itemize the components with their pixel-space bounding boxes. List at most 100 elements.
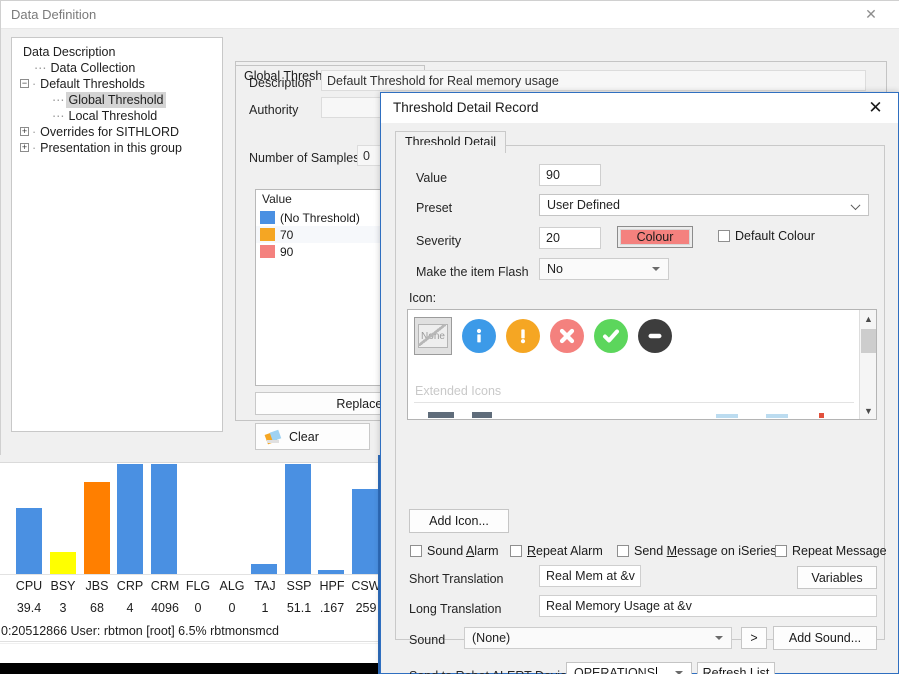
icon-picker[interactable]: None Extended Icons ▲ ▼ bbox=[407, 309, 877, 420]
tree-item-data-description[interactable]: Data Description bbox=[16, 44, 218, 60]
checkbox-box[interactable] bbox=[410, 545, 422, 557]
severity-label: Severity bbox=[416, 234, 462, 248]
sound-select[interactable]: (None) bbox=[464, 627, 732, 649]
dialog-body: Threshold Detail Value 90 Preset User De… bbox=[381, 123, 898, 674]
collapse-minus-icon[interactable]: − bbox=[20, 79, 29, 89]
default-colour-label: Default Colour bbox=[735, 229, 815, 243]
value-input[interactable]: 90 bbox=[539, 164, 601, 186]
caret-down-icon bbox=[715, 636, 723, 640]
tree-item-presentation-group[interactable]: + · Presentation in this group bbox=[16, 140, 218, 156]
none-icon[interactable]: None bbox=[414, 317, 452, 355]
tree-item-data-collection[interactable]: ⋯ Data Collection bbox=[16, 60, 218, 76]
axis-col-csw: CSW 259 bbox=[348, 575, 380, 619]
axis-value: 51.1 bbox=[286, 601, 312, 615]
icon-list: None bbox=[414, 317, 672, 355]
info-icon[interactable] bbox=[462, 319, 496, 353]
add-icon-button[interactable]: Add Icon... bbox=[409, 509, 509, 533]
preset-select[interactable]: User Defined bbox=[539, 194, 869, 216]
tree-connector-icon: · bbox=[32, 125, 36, 139]
list-item-label: (No Threshold) bbox=[280, 210, 360, 225]
long-translation-input[interactable]: Real Memory Usage at &v bbox=[539, 595, 877, 617]
severity-input[interactable]: 20 bbox=[539, 227, 601, 249]
tree-connector-icon: · bbox=[32, 141, 36, 155]
axis-label: JBS bbox=[85, 579, 109, 593]
colour-button-label: Colour bbox=[620, 229, 690, 245]
flash-select[interactable]: No bbox=[539, 258, 669, 280]
flash-selected-value: No bbox=[547, 262, 563, 276]
default-colour-checkbox[interactable]: Default Colour bbox=[718, 229, 815, 243]
warning-icon[interactable] bbox=[506, 319, 540, 353]
repeat-alarm-checkbox[interactable]: Repeat Alarm bbox=[510, 544, 603, 558]
repeat-message-checkbox[interactable]: Repeat Message bbox=[775, 544, 887, 558]
sound-more-button[interactable]: > bbox=[741, 627, 767, 649]
checkbox-box[interactable] bbox=[718, 230, 730, 242]
tree-item-global-threshold[interactable]: ⋯ Global Threshold bbox=[16, 92, 218, 108]
bar-jbs bbox=[84, 482, 110, 574]
tree-connector-icon: · bbox=[32, 77, 36, 91]
colour-button[interactable]: Colour bbox=[617, 226, 693, 248]
samples-label: Number of Samples bbox=[249, 151, 360, 165]
axis-label: CPU bbox=[15, 579, 43, 593]
axis-label: CSW bbox=[351, 579, 380, 593]
bar-crm bbox=[151, 464, 177, 574]
description-input[interactable]: Default Threshold for Real memory usage bbox=[321, 70, 866, 91]
axis-label: SSP bbox=[286, 579, 312, 593]
axis-col-taj: TAJ 1 bbox=[248, 575, 282, 619]
axis-col-hpf: HPF .167 bbox=[314, 575, 350, 619]
short-translation-input[interactable]: Real Mem at &v bbox=[539, 565, 641, 587]
axis-value: 4096 bbox=[151, 601, 179, 615]
add-sound-button[interactable]: Add Sound... bbox=[773, 626, 877, 650]
axis-label: ALG bbox=[219, 579, 245, 593]
color-swatch bbox=[260, 245, 275, 258]
tree-item-default-thresholds[interactable]: − · Default Thresholds bbox=[16, 76, 218, 92]
checkbox-box[interactable] bbox=[510, 545, 522, 557]
tree-item-label: Presentation in this group bbox=[40, 141, 182, 155]
bar-bsy bbox=[50, 552, 76, 574]
axis-value: 259 bbox=[355, 601, 377, 615]
navigation-tree[interactable]: Data Description ⋯ Data Collection − · Defa… bbox=[11, 37, 223, 432]
send-message-iseries-label: Send Message on iSeries bbox=[634, 544, 777, 558]
axis-value: 4 bbox=[126, 601, 134, 615]
checkbox-box[interactable] bbox=[775, 545, 787, 557]
clear-button-label: Clear bbox=[289, 429, 319, 444]
variables-button[interactable]: Variables bbox=[797, 566, 877, 589]
checkbox-box[interactable] bbox=[617, 545, 629, 557]
send-message-iseries-checkbox[interactable]: Send Message on iSeries bbox=[617, 544, 776, 558]
tree-item-overrides-sithlord[interactable]: + · Overrides for SITHLORD bbox=[16, 124, 218, 140]
sound-alarm-checkbox[interactable]: Sound Alarm bbox=[410, 544, 499, 558]
axis-value: 68 bbox=[90, 601, 104, 615]
axis-col-ssp: SSP 51.1 bbox=[280, 575, 318, 619]
success-icon[interactable] bbox=[594, 319, 628, 353]
tree-connector-icon: ⋯ bbox=[52, 93, 64, 107]
tab-threshold-detail[interactable]: Threshold Detail bbox=[395, 131, 507, 153]
chart-topbar bbox=[0, 455, 378, 463]
axis-label: BSY bbox=[50, 579, 76, 593]
alert-device-input[interactable]: OPERATIONS bbox=[566, 662, 692, 674]
tree-item-label: Data Collection bbox=[50, 61, 136, 75]
refresh-list-button[interactable]: Refresh List bbox=[697, 662, 775, 674]
window-title: Data Definition bbox=[11, 7, 97, 22]
chevron-up-icon[interactable]: ▲ bbox=[860, 310, 876, 327]
icon-picker-scrollbar[interactable]: ▲ ▼ bbox=[859, 310, 876, 419]
axis-value: 0 bbox=[194, 601, 202, 615]
tree-item-label: Overrides for SITHLORD bbox=[40, 125, 180, 139]
expand-plus-icon[interactable]: + bbox=[20, 143, 29, 153]
chevron-down-icon[interactable]: ▼ bbox=[860, 402, 876, 419]
close-icon[interactable]: ✕ bbox=[853, 93, 898, 123]
extended-icons-preview bbox=[408, 406, 860, 418]
scrollbar-thumb[interactable] bbox=[861, 329, 876, 353]
none-icon-label: None bbox=[418, 324, 448, 348]
clear-button[interactable]: Clear bbox=[255, 423, 370, 450]
blocked-icon[interactable] bbox=[638, 319, 672, 353]
tree-connector-icon: ⋯ bbox=[34, 61, 46, 75]
expand-plus-icon[interactable]: + bbox=[20, 127, 29, 137]
chart-blank-strip bbox=[0, 643, 378, 663]
error-icon[interactable] bbox=[550, 319, 584, 353]
tree-item-local-threshold[interactable]: ⋯ Local Threshold bbox=[16, 108, 218, 124]
bar-csw bbox=[352, 489, 378, 574]
monitor-chart-window: CPU 39.4 BSY 3 JBS 68 CRP 4 CRM 4096 FLG… bbox=[0, 455, 380, 674]
icon-section-label: Icon: bbox=[409, 291, 437, 305]
close-icon[interactable]: ✕ bbox=[848, 1, 894, 28]
extended-icons-divider bbox=[414, 402, 854, 403]
terminal-strip bbox=[0, 663, 378, 674]
